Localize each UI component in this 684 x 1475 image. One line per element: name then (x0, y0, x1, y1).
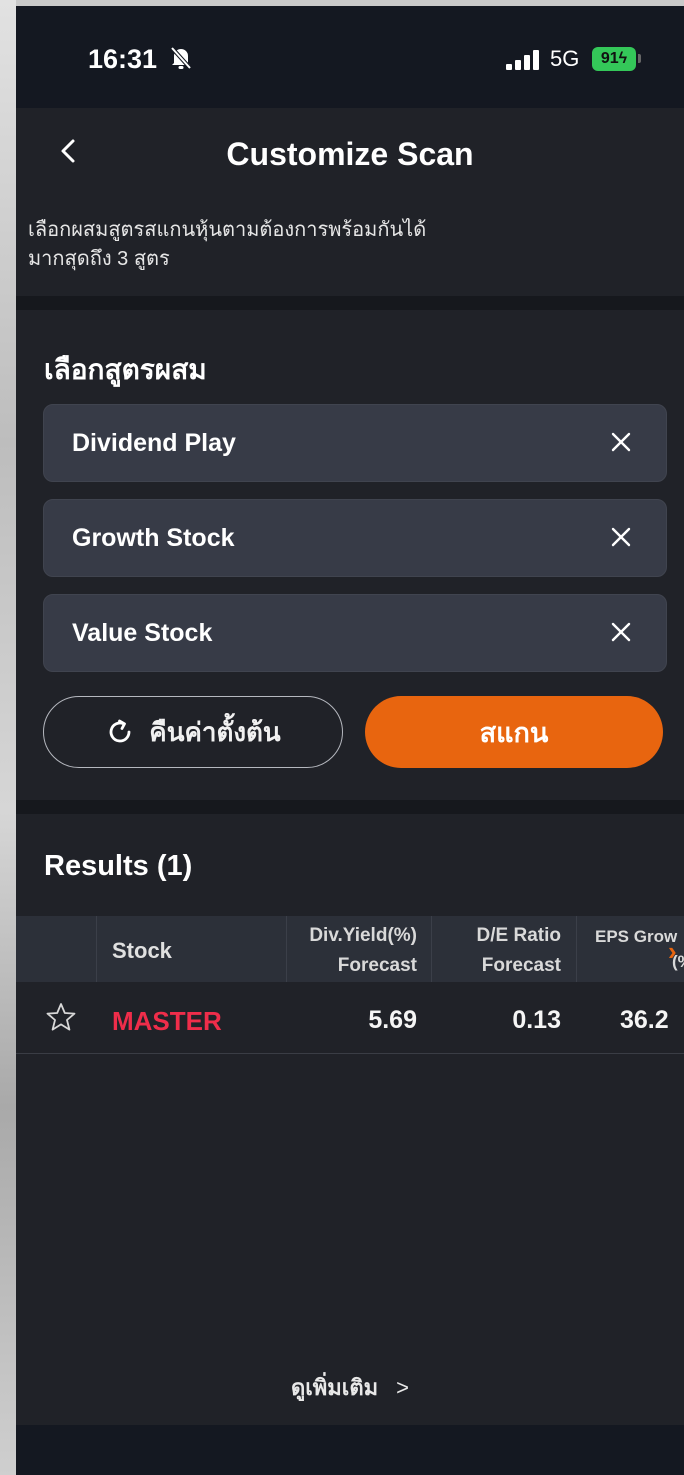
see-more-link[interactable]: ดูเพิ่มเติม > (16, 1370, 684, 1405)
formula-chip-dividend-play[interactable]: Dividend Play (43, 404, 667, 482)
scroll-right-icon[interactable]: › (668, 936, 677, 967)
column-label-de-line1: D/E Ratio (476, 925, 561, 946)
reset-button[interactable]: คืนค่าตั้งต้น (43, 696, 343, 768)
chip-label: Growth Stock (72, 524, 235, 552)
scan-label: สแกน (479, 717, 549, 748)
close-icon[interactable] (610, 526, 632, 548)
battery-level: 91 (600, 50, 619, 67)
battery-icon: 91 ϟ (592, 47, 636, 71)
column-label-div-line1: Div.Yield(%) (309, 925, 417, 946)
formula-chip-value-stock[interactable]: Value Stock (43, 594, 667, 672)
formula-section: เลือกสูตรผสม Dividend Play Growth Stock … (16, 310, 684, 800)
page-title: Customize Scan (226, 136, 474, 172)
bell-slash-icon (170, 46, 192, 70)
description-line-1: เลือกผสมสูตรสแกนหุ้นตามต้องการพร้อมกันได… (28, 219, 427, 241)
description-line-2: มากสุดถึง 3 สูตร (28, 248, 170, 270)
column-label-eps-line1: EPS Grow (595, 927, 678, 946)
results-section: Results (1) Stock Div.Yield(%) Forecast … (16, 814, 684, 1425)
bottom-bar (16, 1425, 684, 1475)
refresh-icon (109, 719, 131, 743)
chip-label: Value Stock (72, 619, 213, 647)
charging-icon: ϟ (618, 50, 628, 67)
battery-tip (638, 54, 641, 63)
section-divider (16, 800, 684, 814)
column-label-stock: Stock (112, 938, 172, 963)
scan-button[interactable]: สแกน (365, 696, 663, 768)
chip-label: Dividend Play (72, 429, 236, 457)
formula-section-title: เลือกสูตรผสม (44, 354, 207, 385)
signal-icon (506, 50, 539, 70)
eps-growth-value: 36.2 (620, 1006, 669, 1034)
formula-chip-growth-stock[interactable]: Growth Stock (43, 499, 667, 577)
app-screen: 16:31 5G 91 ϟ Customize Scan เลือกผสมสูตร… (16, 6, 684, 1475)
status-time: 16:31 (88, 44, 158, 74)
close-icon[interactable] (610, 621, 632, 643)
div-yield-value: 5.69 (368, 1006, 417, 1034)
results-title: Results (1) (44, 850, 193, 882)
page-description: เลือกผสมสูตรสแกนหุ้นตามต้องการพร้อมกันได… (28, 216, 648, 274)
reset-label: คืนค่าตั้งต้น (149, 716, 281, 747)
network-label: 5G (550, 46, 580, 71)
close-icon[interactable] (610, 431, 632, 453)
star-outline-icon[interactable] (46, 1002, 76, 1032)
column-label-de-line2: Forecast (481, 955, 561, 976)
background-edge (0, 0, 16, 1475)
table-row[interactable]: MASTER 5.69 0.13 36.2 (16, 982, 684, 1054)
see-more-label: ดูเพิ่มเติม (291, 1375, 379, 1400)
de-ratio-value: 0.13 (512, 1006, 561, 1034)
chevron-right-icon: > (396, 1375, 409, 1400)
status-bar: 16:31 5G 91 ϟ (16, 6, 684, 108)
section-divider (16, 296, 684, 310)
table-header: Stock Div.Yield(%) Forecast D/E Ratio Fo… (16, 916, 684, 982)
stock-symbol[interactable]: MASTER (112, 1006, 222, 1037)
column-label-div-line2: Forecast (337, 955, 417, 976)
header: Customize Scan เลือกผสมสูตรสแกนหุ้นตามต้… (16, 108, 684, 296)
